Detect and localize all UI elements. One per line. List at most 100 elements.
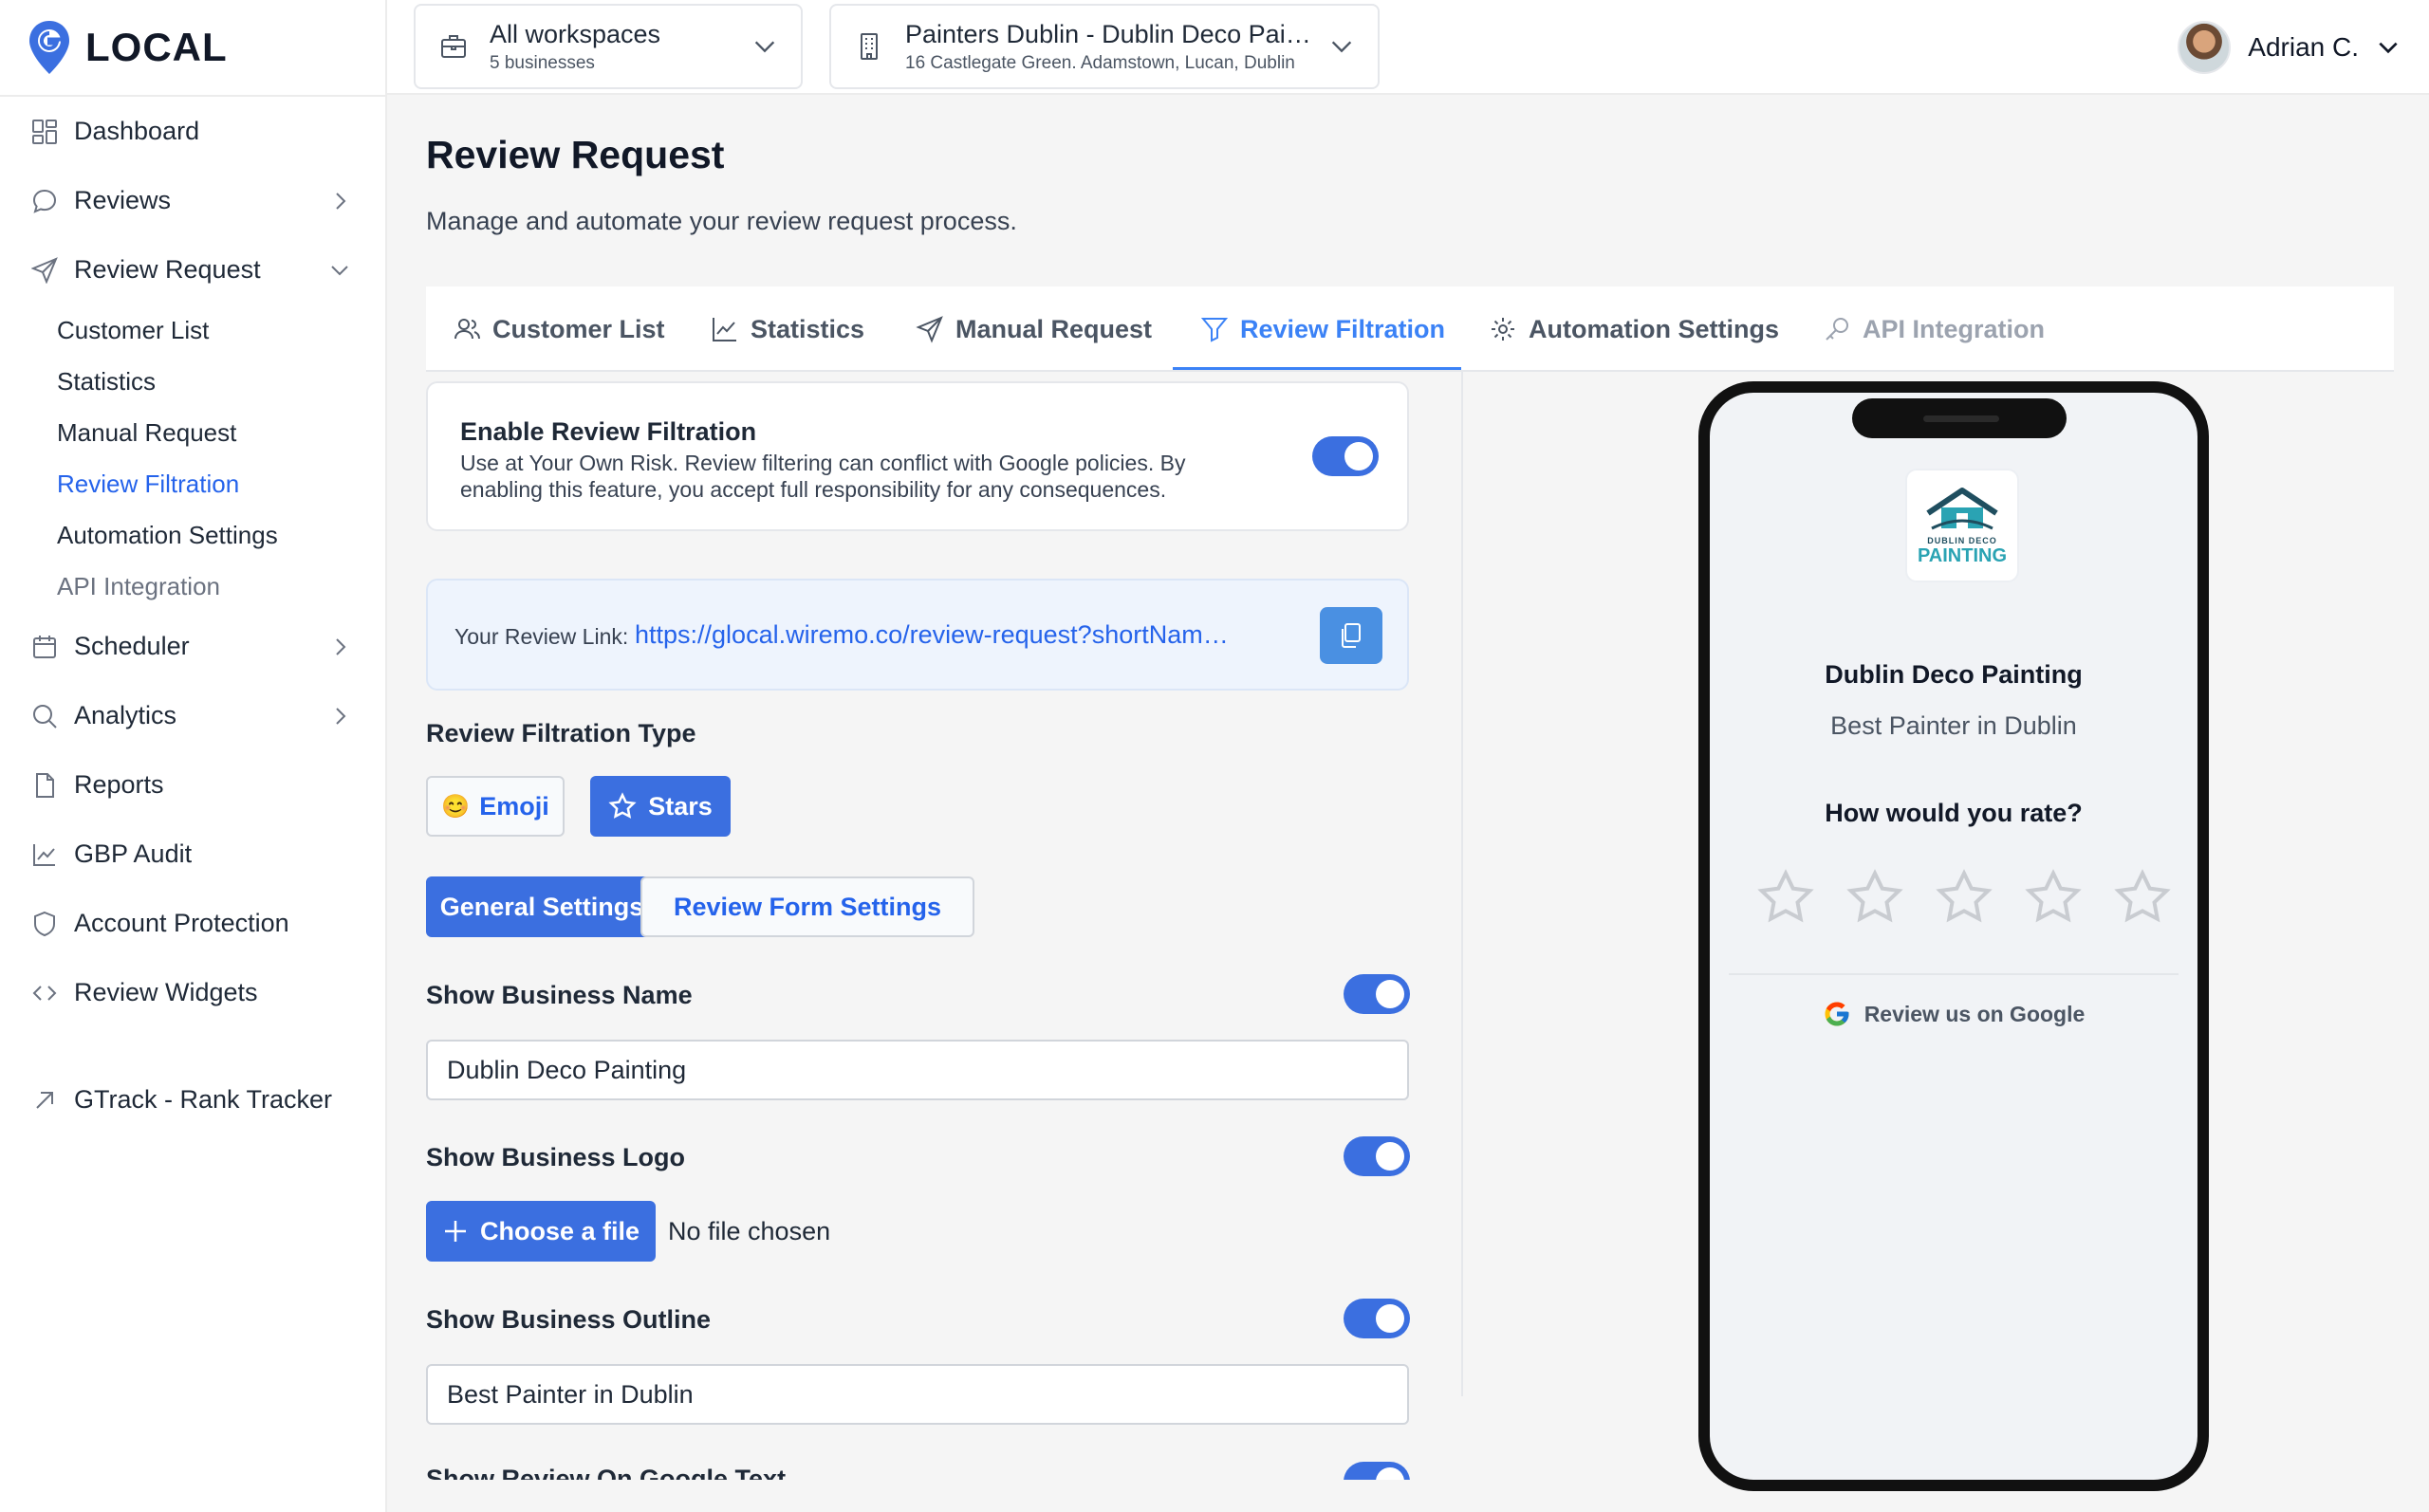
rating-star-icon[interactable]	[2023, 867, 2084, 928]
sidebar-item-gtrack[interactable]: GTrack - Rank Tracker	[0, 1065, 387, 1134]
choose-file-label: Choose a file	[479, 1216, 640, 1245]
tab-label: Manual Request	[955, 314, 1153, 343]
code-icon	[30, 979, 59, 1007]
filtration-description: Use at Your Own Risk. Review filtering c…	[460, 451, 1186, 502]
sidebar-item-review-widgets[interactable]: Review Widgets	[0, 958, 387, 1027]
active-tab-indicator	[1173, 367, 1461, 370]
location-selector[interactable]: Painters Dublin - Dublin Deco Painting 1…	[829, 4, 1380, 89]
sidebar-item-label: GBP Audit	[74, 839, 193, 868]
tab-statistics[interactable]: Statistics	[711, 286, 864, 372]
sidebar-subitem-statistics[interactable]: Statistics	[57, 356, 387, 407]
tab-label: API Integration	[1863, 314, 2046, 343]
phone-screen: DUBLIN DECO PAINTING Dublin Deco Paintin…	[1710, 393, 2197, 1480]
rating-star-icon[interactable]	[1755, 867, 1816, 928]
workspace-selector[interactable]: All workspaces 5 businesses	[414, 4, 803, 89]
business-name-input[interactable]: Dublin Deco Painting	[426, 1040, 1409, 1100]
general-settings-tab[interactable]: General Settings	[426, 876, 658, 937]
sidebar-nav: Dashboard Reviews Review Request Custome…	[0, 97, 387, 1134]
location-title: Painters Dublin - Dublin Deco Painting	[905, 19, 1315, 48]
tab-automation-settings[interactable]: Automation Settings	[1489, 286, 1779, 372]
sidebar-item-reviews[interactable]: Reviews	[0, 166, 387, 235]
filtration-title: Enable Review Filtration	[460, 417, 757, 446]
workspace-title: All workspaces	[490, 19, 661, 48]
rating-star-icon[interactable]	[1934, 867, 1994, 928]
review-link-url[interactable]: https://glocal.wiremo.co/review-request?…	[635, 620, 1242, 650]
sidebar-subitem-manual-request[interactable]: Manual Request	[57, 407, 387, 458]
copy-link-button[interactable]	[1320, 607, 1382, 664]
stars-type-button[interactable]: Stars	[590, 776, 731, 837]
sidebar-item-analytics[interactable]: Analytics	[0, 681, 387, 750]
emoji-type-button[interactable]: 😊 Emoji	[426, 776, 565, 837]
review-link-card: Your Review Link: https://glocal.wiremo.…	[426, 579, 1409, 691]
rating-star-icon[interactable]	[1845, 867, 1905, 928]
brand-logo[interactable]: LOCAL	[27, 17, 228, 78]
avatar	[2178, 21, 2232, 74]
tab-review-filtration[interactable]: Review Filtration	[1200, 286, 1445, 372]
chevron-right-icon	[336, 637, 346, 655]
chevron-down-icon	[754, 41, 775, 53]
page-subtitle: Manage and automate your review request …	[426, 207, 1017, 235]
send-icon	[30, 256, 59, 285]
location-address: 16 Castlegate Green. Adamstown, Lucan, D…	[905, 52, 1295, 73]
stars-label: Stars	[648, 791, 713, 821]
arrow-up-right-icon	[30, 1086, 59, 1115]
sidebar-item-label: Account Protection	[74, 909, 289, 937]
enable-filtration-toggle[interactable]	[1312, 436, 1379, 476]
star-icon	[608, 792, 637, 819]
preview-business-name: Dublin Deco Painting	[1825, 660, 2083, 689]
sidebar-item-scheduler[interactable]: Scheduler	[0, 612, 387, 681]
grid-icon	[30, 118, 59, 146]
chevron-down-icon	[2379, 42, 2398, 54]
user-menu[interactable]: Adrian C.	[2178, 19, 2401, 76]
sidebar-subitem-api-integration[interactable]: API Integration	[57, 561, 387, 612]
sidebar-item-reports[interactable]: Reports	[0, 750, 387, 820]
show-business-outline-toggle[interactable]	[1344, 1299, 1410, 1338]
logo-text-line2: PAINTING	[1917, 544, 2008, 566]
no-file-text: No file chosen	[668, 1217, 831, 1245]
house-logo-icon	[1926, 487, 1998, 529]
sidebar-item-label: Reports	[74, 770, 164, 799]
show-business-name-toggle[interactable]	[1344, 974, 1410, 1014]
tab-api-integration[interactable]: API Integration	[1823, 286, 2045, 372]
preview-rate-question: How would you rate?	[1825, 799, 2083, 827]
user-name: Adrian C.	[2248, 32, 2359, 62]
review-on-google-link[interactable]: Review us on Google	[1710, 1000, 2197, 1028]
sidebar-item-gbp-audit[interactable]: GBP Audit	[0, 820, 387, 889]
calendar-icon	[30, 633, 59, 661]
rating-star-icon[interactable]	[2112, 867, 2173, 928]
sidebar-item-dashboard[interactable]: Dashboard	[0, 97, 387, 166]
choose-file-button[interactable]: Choose a file	[426, 1201, 656, 1262]
show-review-on-google-toggle[interactable]	[1344, 1462, 1410, 1480]
tab-manual-request[interactable]: Manual Request	[916, 286, 1152, 372]
business-outline-input[interactable]: Best Painter in Dublin	[426, 1364, 1409, 1425]
sidebar-item-label: Scheduler	[74, 632, 190, 660]
enable-filtration-card: Enable Review Filtration Use at Your Own…	[426, 381, 1409, 531]
cutoff-row: Show Review On Google Text	[426, 1461, 1413, 1480]
chat-icon	[30, 187, 59, 215]
preview-business-outline: Best Painter in Dublin	[1830, 711, 2077, 740]
sidebar-item-label: Reviews	[74, 186, 172, 214]
sidebar-subitem-customer-list[interactable]: Customer List	[57, 304, 387, 356]
tab-label: Customer List	[492, 314, 665, 343]
plus-icon	[444, 1221, 466, 1242]
key-icon	[1826, 318, 1848, 341]
file-icon	[30, 771, 59, 800]
users-icon	[454, 319, 480, 340]
preview-star-rating	[1755, 867, 2173, 928]
sidebar-subitem-automation-settings[interactable]: Automation Settings	[57, 509, 387, 561]
filtration-type-label: Review Filtration Type	[426, 719, 696, 747]
workspace-subtitle: 5 businesses	[490, 52, 595, 73]
sidebar-item-review-request[interactable]: Review Request	[0, 235, 387, 304]
show-business-logo-toggle[interactable]	[1344, 1136, 1410, 1176]
review-form-settings-tab[interactable]: Review Form Settings	[640, 876, 974, 937]
page-title: Review Request	[426, 133, 725, 176]
tab-customer-list[interactable]: Customer List	[453, 286, 665, 372]
workspace-selector-text: All workspaces 5 businesses	[490, 20, 738, 74]
sidebar-item-account-protection[interactable]: Account Protection	[0, 889, 387, 958]
smile-emoji-icon: 😊	[441, 793, 471, 820]
sidebar-item-label: Analytics	[74, 701, 177, 729]
show-business-name-label: Show Business Name	[426, 981, 693, 1009]
sidebar-subitem-review-filtration[interactable]: Review Filtration	[57, 458, 387, 509]
tab-bar: Customer List Statistics Manual Request …	[426, 286, 2394, 372]
